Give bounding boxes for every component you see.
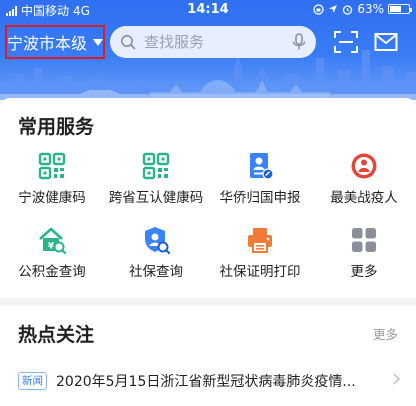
battery-percentage: 63%	[357, 2, 384, 16]
search-bar[interactable]	[110, 26, 316, 58]
service-social-security-query[interactable]: 社保查询	[104, 226, 208, 286]
status-bar: 中国移动 4G 14:14 63%	[0, 0, 416, 20]
qr-code-icon	[142, 152, 170, 180]
service-overseas-return-declaration[interactable]: 华侨归国申报	[208, 152, 312, 212]
service-best-pandemic-fighter[interactable]: 最美战疫人	[312, 152, 416, 212]
dropdown-triangle-icon	[93, 38, 103, 46]
battery-icon	[388, 4, 412, 14]
search-icon	[121, 35, 136, 50]
service-label: 社保查询	[129, 264, 183, 280]
header: 中国移动 4G 14:14 63% 宁波市本级	[0, 0, 416, 100]
id-card-icon	[250, 153, 274, 180]
city-selector[interactable]: 宁波市本级	[5, 25, 105, 59]
service-housing-fund-query[interactable]: ¥ 公积金查询	[0, 226, 104, 286]
more-grid-icon	[352, 228, 376, 252]
service-label: 华侨归国申报	[219, 190, 301, 206]
service-ningbo-health-code[interactable]: 宁波健康码	[0, 152, 104, 212]
alarm-clock-icon	[343, 4, 353, 15]
microphone-icon[interactable]	[292, 33, 306, 51]
service-label: 社保证明打印	[219, 264, 301, 280]
service-label: 公积金查询	[18, 264, 86, 280]
news-title: 2020年5月15日浙江省新型冠状病毒肺炎疫情...	[56, 374, 356, 390]
printer-icon	[248, 228, 272, 253]
service-cross-province-health-code[interactable]: 跨省互认健康码	[104, 152, 208, 212]
search-input[interactable]	[144, 33, 292, 51]
service-label: 更多	[350, 264, 378, 280]
services-section: 常用服务 宁波健康码 跨省互认健康码 华侨归国申报 最美战疫人 ¥ 公积金查询 …	[0, 98, 416, 298]
service-more[interactable]: 更多	[312, 226, 416, 286]
house-fund-icon: ¥	[39, 227, 66, 254]
services-title: 常用服务	[18, 116, 95, 138]
scan-icon[interactable]	[333, 30, 359, 54]
social-security-icon	[145, 227, 170, 254]
service-label: 跨省互认健康码	[108, 190, 204, 206]
city-selector-label: 宁波市本级	[7, 34, 88, 53]
service-social-security-certificate-print[interactable]: 社保证明打印	[208, 226, 312, 286]
news-tag-badge: 新闻	[18, 372, 47, 390]
top-navigation: 宁波市本级	[0, 22, 416, 62]
hot-topics-more-link[interactable]: 更多	[373, 324, 398, 343]
qr-code-icon	[38, 152, 66, 180]
news-item[interactable]: 新闻 2020年5月15日浙江省新型冠状病毒肺炎疫情...	[18, 370, 402, 392]
service-label: 最美战疫人	[330, 190, 398, 206]
hot-topics-title: 热点关注	[18, 324, 95, 346]
service-label: 宁波健康码	[18, 190, 86, 206]
hot-topics-section: 热点关注 更多 新闻 2020年5月15日浙江省新型冠状病毒肺炎疫情...	[0, 306, 416, 406]
mail-icon[interactable]	[374, 30, 398, 54]
medal-icon	[351, 153, 377, 179]
chevron-right-icon	[388, 373, 400, 385]
screen-lock-icon	[313, 3, 324, 15]
location-arrow-icon	[329, 5, 338, 13]
